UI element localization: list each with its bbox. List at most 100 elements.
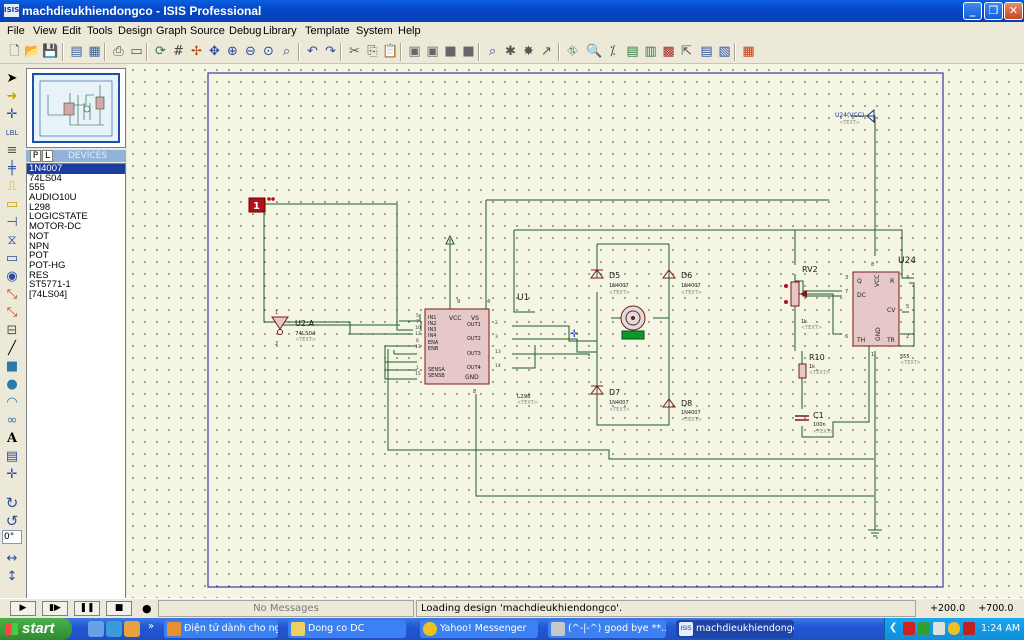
rotate-anticlockwise-icon[interactable]: ↺ [3,512,21,530]
search-tag-icon[interactable]: 🔍 [586,43,603,60]
circle-tool-icon[interactable]: ● [3,376,21,394]
voltage-probe-icon[interactable]: ⤡ [3,286,21,304]
line-tool-icon[interactable]: ╱ [3,340,21,358]
block-delete-icon[interactable]: ■ [460,43,477,60]
task-dong-co-dc[interactable]: Dong co DC [288,620,406,638]
block-move-icon[interactable]: ▣ [424,43,441,60]
undo-icon[interactable]: ↶ [304,43,321,60]
print-area-icon[interactable]: ▭ [128,43,145,60]
menu-source[interactable]: Source [190,25,225,37]
component-mode-icon[interactable]: ➜ [3,88,21,106]
bus-icon[interactable]: ╪ [3,160,21,178]
logicstate-component[interactable]: 1 [248,197,275,213]
pan-icon[interactable]: ✥ [206,43,223,60]
resistor-r10[interactable]: R10 1k <TEXT> [798,353,830,379]
tape-recorder-icon[interactable]: ▭ [3,250,21,268]
pick-devices-button[interactable]: P [30,150,41,162]
make-device-icon[interactable]: ✱ [502,43,519,60]
arc-tool-icon[interactable]: ◠ [3,394,21,412]
media-tray-icon[interactable] [918,622,930,635]
graph-mode-icon[interactable]: ⧖ [3,232,21,250]
quicklaunch-expand-icon[interactable]: » [148,621,154,632]
timer-u24-555[interactable]: U24 555 <TEXT> Q DC R VCC CV TH GND TR 3… [845,256,921,366]
menu-library[interactable]: Library [263,25,297,37]
decompose-icon[interactable]: ↗ [538,43,555,60]
power-terminal-u24[interactable]: U24(VCC) <TEXT> [835,108,875,126]
restore-button[interactable]: ❐ [984,2,1003,20]
refresh-icon[interactable]: ⟳ [152,43,169,60]
pick-device-icon[interactable]: ⌕ [484,43,501,60]
exit-to-parent-icon[interactable]: ⇱ [678,43,695,60]
potentiometer-rv2[interactable]: RV2 1k <TEXT> [784,265,822,331]
mirror-vertical-icon[interactable]: ↕ [3,568,21,586]
wire-autorouter-icon[interactable]: ⛗ [564,43,581,60]
design-explorer-icon[interactable]: ▤ [624,43,641,60]
junction-dot-icon[interactable]: ✛ [3,106,21,124]
yahoo-tray-icon[interactable] [948,622,960,635]
new-file-icon[interactable]: 🗋 [6,43,23,60]
menu-system[interactable]: System [356,25,393,37]
menu-view[interactable]: View [33,25,57,37]
generator-icon[interactable]: ◉ [3,268,21,286]
overview-viewport[interactable] [32,73,120,143]
new-sheet-icon[interactable]: ▥ [642,43,659,60]
task-yahoo-messenger[interactable]: Yahoo! Messenger [420,620,538,638]
text-tool-icon[interactable]: A [3,430,21,448]
zoom-area-icon[interactable]: ⌕ [278,43,295,60]
play-button[interactable]: ▶ [10,601,36,616]
close-button[interactable]: ✕ [1004,2,1023,20]
task-isis[interactable]: ISIS machdieukhiendongc... [676,620,794,638]
tray-expand-icon[interactable]: ❮ [889,622,897,633]
media-player-icon[interactable] [124,621,140,637]
import-icon[interactable]: ▤ [68,43,85,60]
text-script-icon[interactable]: ≡ [3,142,21,160]
show-desktop-icon[interactable] [88,621,104,637]
current-probe-icon[interactable]: ⤡ [3,304,21,322]
message-indicator-icon[interactable]: ● [142,602,152,615]
menu-tools[interactable]: Tools [87,25,113,37]
save-icon[interactable]: 💾 [42,43,59,60]
block-rotate-icon[interactable]: ■ [442,43,459,60]
box-tool-icon[interactable]: ■ [3,358,21,376]
paste-icon[interactable]: 📋 [382,43,399,60]
path-tool-icon[interactable]: ∞ [3,412,21,430]
step-button[interactable]: ▮▶ [42,601,68,616]
inverter-u2a[interactable]: U2:A 74LS04 <TEXT> 1 2 [271,310,316,347]
stop-button[interactable]: ■ [106,601,132,616]
terminals-icon[interactable]: ▭ [3,196,21,214]
zoom-out-icon[interactable]: ⊖ [242,43,259,60]
menu-graph[interactable]: Graph [156,25,187,37]
property-assignment-icon[interactable]: ⁒ [604,43,621,60]
network-icon[interactable] [933,622,945,635]
mirror-horizontal-icon[interactable]: ↔ [3,550,21,568]
cut-icon[interactable]: ✂ [346,43,363,60]
overview-window[interactable] [26,68,126,148]
library-manager-button[interactable]: L [42,150,53,162]
start-button[interactable]: start [0,618,72,640]
task-chat[interactable]: (^-|-^) good bye **... [548,620,666,638]
grid-icon[interactable]: # [170,43,187,60]
netlist-to-ares-icon[interactable]: ▦ [740,43,757,60]
virtual-instruments-icon[interactable]: ⊟ [3,322,21,340]
copy-icon[interactable]: ⎘ [364,43,381,60]
rotate-clockwise-icon[interactable]: ↻ [3,494,21,512]
device-pins-icon[interactable]: ⊣ [3,214,21,232]
symbol-tool-icon[interactable]: ▤ [3,448,21,466]
open-folder-icon[interactable]: 📂 [24,43,41,60]
dc-motor[interactable] [620,305,646,340]
schematic-canvas[interactable]: 1 U2:A 74LS04 <TEXT> 1 2 U1 L298 <TEXT> … [127,64,1024,598]
marker-tool-icon[interactable]: ✛ [3,466,21,484]
selection-mode-icon[interactable]: ➤ [3,70,21,88]
block-copy-icon[interactable]: ▣ [406,43,423,60]
electrical-rules-icon[interactable]: ▧ [716,43,733,60]
print-icon[interactable]: ⎙ [110,43,127,60]
menu-template[interactable]: Template [305,25,350,37]
zoom-in-icon[interactable]: ⊕ [224,43,241,60]
internet-explorer-icon[interactable] [106,621,122,637]
origin-icon[interactable]: ✢ [188,43,205,60]
rotation-angle-field[interactable]: 0° [2,530,22,544]
menu-debug[interactable]: Debug [229,25,261,37]
minimize-button[interactable]: _ [963,2,982,20]
task-dien-tu[interactable]: Điện tử dành cho ng... [164,620,278,638]
unikey-icon[interactable] [963,622,975,635]
